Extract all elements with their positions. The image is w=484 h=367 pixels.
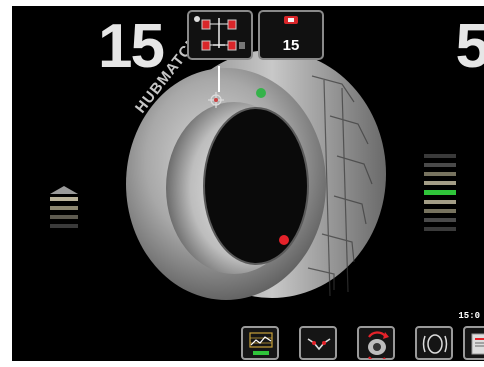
level-bar: [424, 227, 456, 231]
display-panel: HUBMATCH 15 5 15 15:0: [12, 6, 484, 361]
plane-selector-button[interactable]: [187, 10, 253, 60]
plane-selector-icon: [194, 16, 245, 51]
level-bar: [424, 218, 456, 222]
green-position-marker: [256, 88, 266, 98]
level-bar: [50, 197, 78, 201]
level-bar: [424, 154, 456, 158]
level-bar: [50, 224, 78, 228]
weight-clip-icon: [284, 16, 298, 24]
balance-chart-icon: [249, 332, 273, 355]
red-position-marker: [279, 235, 289, 245]
profile-curve-button[interactable]: [299, 326, 337, 360]
level-bar: [424, 172, 456, 176]
rotate-wheel-button[interactable]: [357, 326, 395, 360]
wheel-side-button[interactable]: [415, 326, 453, 360]
spin-counter-button[interactable]: 15: [258, 10, 324, 60]
spin-count-value: 15: [282, 37, 300, 54]
report-export-button[interactable]: [463, 326, 484, 360]
level-bar: [50, 215, 78, 219]
level-bar: [424, 209, 456, 213]
right-level-indicator: [424, 154, 456, 236]
left-level-indicator: [50, 186, 78, 233]
rotate-wheel-icon: [368, 331, 389, 359]
weight-left-value: 15: [98, 12, 165, 81]
profile-curve-icon: [307, 338, 331, 351]
level-bar-active: [424, 190, 456, 195]
level-bar: [50, 206, 78, 210]
level-bar: [424, 163, 456, 167]
clock-display: 15:0: [458, 311, 480, 321]
weight-right-value: 5: [455, 12, 484, 81]
report-export-icon: [471, 333, 484, 355]
up-arrow-icon: [50, 186, 78, 194]
level-bar: [424, 200, 456, 204]
level-bar: [424, 181, 456, 185]
wheel-side-icon: [422, 334, 448, 354]
balancer-screen: HUBMATCH 15 5 15 15:0: [0, 0, 484, 367]
balance-chart-button[interactable]: [241, 326, 279, 360]
